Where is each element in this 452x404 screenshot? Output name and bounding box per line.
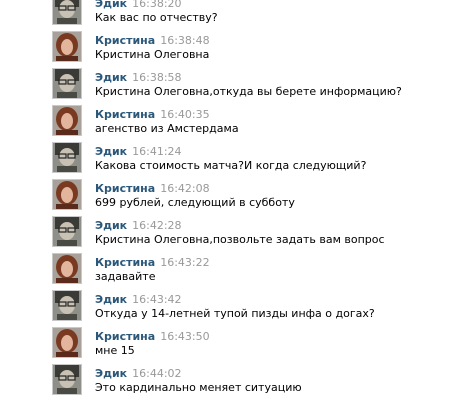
- man-avatar[interactable]: [52, 216, 82, 247]
- message-time: 16:42:08: [160, 182, 210, 195]
- message-time: 16:42:28: [132, 219, 182, 232]
- message-header: Кристина 16:38:48: [95, 31, 210, 47]
- message-text: Как вас по отчеству?: [95, 11, 218, 24]
- message-time: 16:44:02: [132, 367, 182, 380]
- man-avatar[interactable]: [52, 290, 82, 321]
- chat-message: Эдик 16:42:28 Кристина Олеговна,позвольте…: [52, 216, 442, 252]
- author-name[interactable]: Эдик: [95, 0, 127, 10]
- author-name[interactable]: Кристина: [95, 182, 155, 195]
- chat-message: Кристина 16:40:35 агенство из Амстердама: [52, 105, 442, 141]
- message-header: Эдик 16:42:28: [95, 216, 182, 232]
- chat-message: Кристина 16:43:22 задавайте: [52, 253, 442, 289]
- chat-message: Эдик 16:38:20 Как вас по отчеству?: [52, 0, 442, 30]
- message-time: 16:43:42: [132, 293, 182, 306]
- author-name[interactable]: Эдик: [95, 219, 127, 232]
- chat-message: Кристина 16:42:08 699 рублей, следующий в…: [52, 179, 442, 215]
- man-avatar[interactable]: [52, 0, 82, 25]
- message-text: Какова стоимость матча?И когда следующий…: [95, 159, 367, 172]
- woman-avatar[interactable]: [52, 179, 82, 210]
- woman-avatar[interactable]: [52, 31, 82, 62]
- message-time: 16:40:35: [160, 108, 210, 121]
- chat-message: Эдик 16:43:42 Откуда у 14-летней тупой пи…: [52, 290, 442, 326]
- message-header: Кристина 16:43:50: [95, 327, 210, 343]
- chat-message: Эдик 16:41:24 Какова стоимость матча?И ко…: [52, 142, 442, 178]
- woman-avatar[interactable]: [52, 253, 82, 284]
- message-header: Эдик 16:38:58: [95, 68, 182, 84]
- author-name[interactable]: Кристина: [95, 330, 155, 343]
- message-time: 16:38:58: [132, 71, 182, 84]
- message-time: 16:38:48: [160, 34, 210, 47]
- message-text: мне 15: [95, 344, 135, 357]
- man-avatar[interactable]: [52, 142, 82, 173]
- message-time: 16:41:24: [132, 145, 182, 158]
- woman-avatar[interactable]: [52, 327, 82, 358]
- chat-history: Эдик 16:38:20 Как вас по отчеству? Кристи…: [0, 0, 452, 404]
- chat-message: Эдик 16:38:58 Кристина Олеговна,откуда вы…: [52, 68, 442, 104]
- message-time: 16:43:50: [160, 330, 210, 343]
- chat-message: Кристина 16:38:48 Кристина Олеговна: [52, 31, 442, 67]
- message-text: Кристина Олеговна,откуда вы берете инфор…: [95, 85, 402, 98]
- man-avatar[interactable]: [52, 364, 82, 395]
- message-time: 16:43:22: [160, 256, 210, 269]
- message-text: Это кардинально меняет ситуацию: [95, 381, 302, 394]
- author-name[interactable]: Эдик: [95, 293, 127, 306]
- message-header: Эдик 16:38:20: [95, 0, 182, 10]
- woman-avatar[interactable]: [52, 105, 82, 136]
- author-name[interactable]: Эдик: [95, 367, 127, 380]
- message-header: Эдик 16:44:02: [95, 364, 182, 380]
- man-avatar[interactable]: [52, 68, 82, 99]
- message-header: Кристина 16:43:22: [95, 253, 210, 269]
- message-text: 699 рублей, следующий в субботу: [95, 196, 295, 209]
- message-text: Откуда у 14-летней тупой пизды инфа о до…: [95, 307, 375, 320]
- author-name[interactable]: Кристина: [95, 256, 155, 269]
- message-text: задавайте: [95, 270, 156, 283]
- message-time: 16:38:20: [132, 0, 182, 10]
- author-name[interactable]: Кристина: [95, 34, 155, 47]
- message-text: Кристина Олеговна: [95, 48, 210, 61]
- message-header: Кристина 16:40:35: [95, 105, 210, 121]
- author-name[interactable]: Эдик: [95, 145, 127, 158]
- message-text: агенство из Амстердама: [95, 122, 239, 135]
- message-header: Кристина 16:42:08: [95, 179, 210, 195]
- author-name[interactable]: Эдик: [95, 71, 127, 84]
- chat-message: Кристина 16:43:50 мне 15: [52, 327, 442, 363]
- chat-message: Эдик 16:44:02 Это кардинально меняет ситу…: [52, 364, 442, 400]
- author-name[interactable]: Кристина: [95, 108, 155, 121]
- message-header: Эдик 16:41:24: [95, 142, 182, 158]
- message-text: Кристина Олеговна,позвольте задать вам в…: [95, 233, 385, 246]
- message-header: Эдик 16:43:42: [95, 290, 182, 306]
